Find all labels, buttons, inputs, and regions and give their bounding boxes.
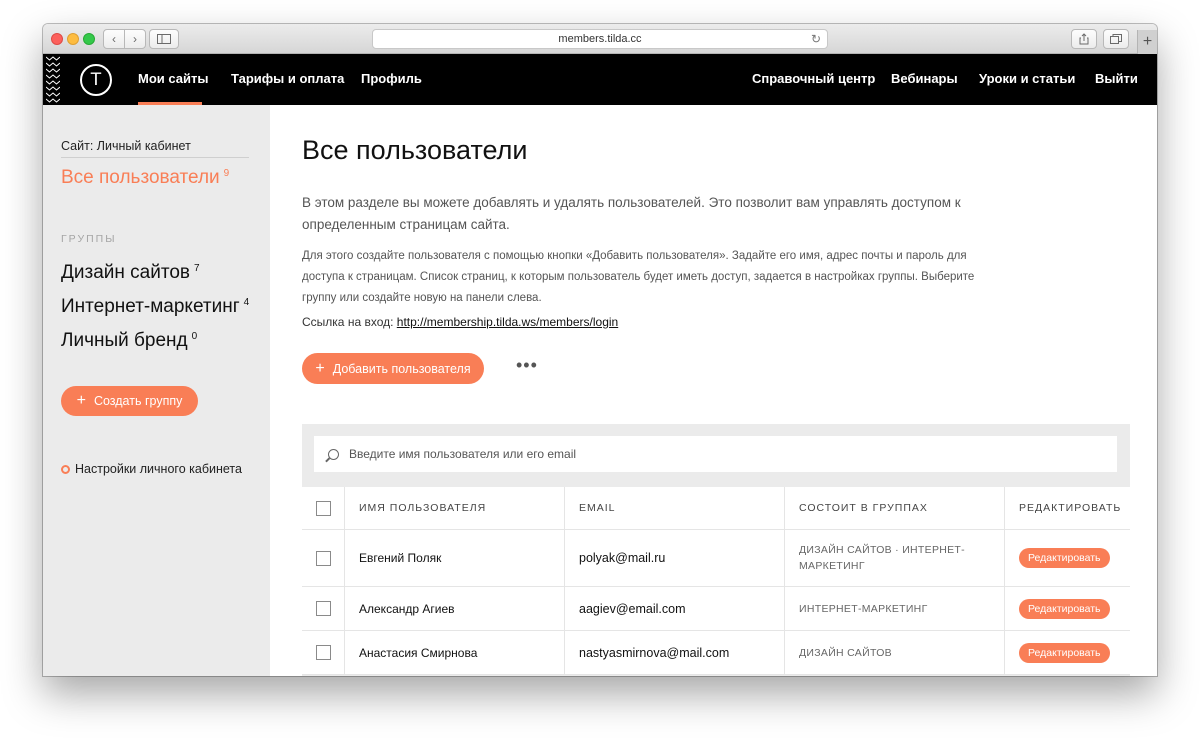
count-badge: 7 [193,262,200,274]
sidebar-icon [157,34,171,44]
new-tab-button[interactable]: + [1137,30,1157,54]
user-groups: ДИЗАЙН САЙТОВ [785,631,1005,674]
groups-heading: ГРУППЫ [61,233,117,245]
sidebar-item-label: Дизайн сайтов [61,262,190,283]
sidebar-item-group[interactable]: Личный бренд 0 [61,330,197,352]
search-placeholder: Введите имя пользователя или его email [349,447,577,461]
minimize-window-button[interactable] [67,33,79,45]
forward-button[interactable]: › [124,29,146,49]
column-header-name[interactable]: ИМЯ ПОЛЬЗОВАТЕЛЯ [345,487,565,529]
nav-plans-billing[interactable]: Тарифы и оплата [231,71,344,86]
show-tabs-button[interactable] [1103,29,1129,49]
reload-icon[interactable]: ↻ [811,32,821,46]
sidebar-item-all-users[interactable]: Все пользователи 9 [61,167,229,189]
nav-lessons-articles[interactable]: Уроки и статьи [979,71,1075,86]
sidebar-item-group[interactable]: Интернет-маркетинг 4 [61,296,249,318]
login-label: Ссылка на вход: [302,315,394,329]
tabs-icon [1110,34,1122,44]
edit-user-button[interactable]: Редактировать [1019,642,1110,663]
nav-logout[interactable]: Выйти [1095,71,1138,86]
zoom-window-button[interactable] [83,33,95,45]
create-group-button[interactable]: + Создать группу [61,386,198,416]
count-badge: 4 [243,296,250,308]
divider [61,157,249,158]
login-link-row: Ссылка на вход: http://membership.tilda.… [302,315,618,329]
user-email: polyak@mail.ru [565,530,785,586]
chevron-right-icon: › [133,32,137,46]
main-content: Все пользователи В этом разделе вы может… [270,105,1157,676]
nav-help-center[interactable]: Справочный центр [752,71,875,86]
sidebar-toggle-button[interactable] [149,29,179,49]
browser-titlebar: ‹ › members.tilda.cc ↻ + [43,24,1157,54]
row-checkbox[interactable] [315,601,331,616]
edit-user-button[interactable]: Редактировать [1019,598,1110,619]
site-label: Сайт: Личный кабинет [61,139,191,153]
zigzag-decoration-icon [46,56,60,103]
nav-my-sites[interactable]: Мои сайты [138,71,208,86]
table-row: Александр Агиев aagiev@email.com ИНТЕРНЕ… [302,587,1130,631]
cabinet-settings-link[interactable]: Настройки личного кабинета [61,462,242,476]
browser-window: ‹ › members.tilda.cc ↻ + T Мои сайты Тар… [43,24,1157,676]
left-sidebar: Сайт: Личный кабинет Все пользователи 9 Г… [43,105,270,676]
top-navigation: T Мои сайты Тарифы и оплата Профиль Спра… [43,54,1157,105]
link-label: Настройки личного кабинета [75,462,242,476]
users-table: ИМЯ ПОЛЬЗОВАТЕЛЯ EMAIL СОСТОИТ В ГРУППАХ… [302,487,1130,675]
search-icon [328,448,339,460]
user-groups: ИНТЕРНЕТ-МАРКЕТИНГ [785,587,1005,630]
close-window-button[interactable] [51,33,63,45]
select-all-checkbox[interactable] [315,500,331,516]
table-row: Анастасия Смирнова nastyasmirnova@mail.c… [302,631,1130,675]
plus-icon: + [1142,33,1153,50]
plus-icon: + [76,392,86,409]
row-checkbox[interactable] [315,645,331,660]
button-label: Добавить пользователя [332,361,471,376]
user-name: Евгений Поляк [345,530,565,586]
plus-icon: + [315,359,325,377]
tilda-logo[interactable]: T [80,64,112,96]
column-header-groups[interactable]: СОСТОИТ В ГРУППАХ [785,487,1005,529]
page-title: Все пользователи [302,135,528,165]
gear-icon [61,464,70,474]
user-email: nastyasmirnova@mail.com [565,631,785,674]
add-user-button[interactable]: + Добавить пользователя [302,353,484,384]
button-label: Создать группу [93,394,183,408]
user-name: Анастасия Смирнова [345,631,565,674]
count-badge: 9 [223,167,230,179]
chevron-left-icon: ‹ [112,32,116,46]
login-url-link[interactable]: http://membership.tilda.ws/members/login [397,315,618,329]
sidebar-item-label: Интернет-маркетинг [61,296,240,317]
user-groups: ДИЗАЙН САЙТОВ · ИНТЕРНЕТ-МАРКЕТИНГ [785,530,1005,586]
nav-profile[interactable]: Профиль [361,71,422,86]
sidebar-item-group[interactable]: Дизайн сайтов 7 [61,262,200,284]
address-bar[interactable]: members.tilda.cc ↻ [372,29,828,49]
sidebar-item-label: Личный бренд [61,330,188,351]
user-name: Александр Агиев [345,587,565,630]
column-header-email[interactable]: EMAIL [565,487,785,529]
row-checkbox[interactable] [315,550,331,566]
edit-user-button[interactable]: Редактировать [1019,548,1110,568]
table-header-row: ИМЯ ПОЛЬЗОВАТЕЛЯ EMAIL СОСТОИТ В ГРУППАХ… [302,487,1130,530]
page-instructions: Для этого создайте пользователя с помощь… [302,250,975,304]
more-options-icon[interactable]: ••• [516,355,538,376]
share-button[interactable] [1071,29,1097,49]
sidebar-item-label: Все пользователи [61,167,220,188]
users-table-panel: Введите имя пользователя или его email И… [302,424,1130,676]
page-description: В этом разделе вы можете добавлять и уда… [302,195,961,232]
back-button[interactable]: ‹ [103,29,125,49]
search-input[interactable]: Введите имя пользователя или его email [314,436,1117,472]
url-text: members.tilda.cc [558,33,642,45]
count-badge: 0 [191,330,198,342]
user-email: aagiev@email.com [565,587,785,630]
table-row: Евгений Поляк polyak@mail.ru ДИЗАЙН САЙТ… [302,530,1130,587]
share-icon [1079,33,1089,45]
column-header-edit: РЕДАКТИРОВАТЬ [1019,502,1122,514]
nav-webinars[interactable]: Вебинары [891,71,958,86]
